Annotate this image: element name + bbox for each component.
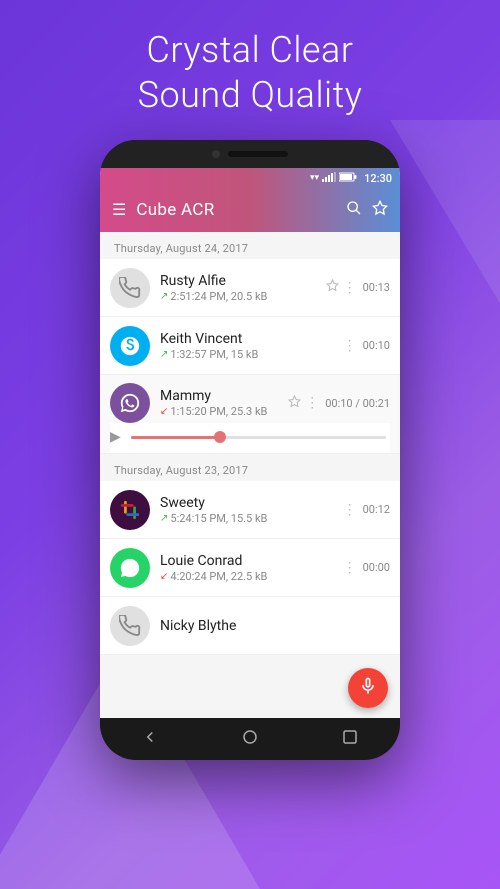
item-actions: ⋮ [343, 338, 357, 354]
section-header-1: Thursday, August 24, 2017 [100, 232, 400, 259]
item-content-sweety: Sweety ↗ 5:24:15 PM, 15.5 kB [160, 495, 343, 525]
item-name: Mammy [160, 388, 288, 404]
list-item[interactable]: Nicky Blythe [100, 597, 400, 655]
item-content-keith: Keith Vincent ↗ 1:32:57 PM, 15 kB [160, 331, 343, 361]
phone-frame: ▾▾ [100, 140, 400, 760]
item-content-rusty: Rusty Alfie ↗ 2:51:24 PM, 20.5 kB [160, 273, 326, 303]
progress-thumb[interactable] [214, 431, 226, 443]
list-item[interactable]: Keith Vincent ↗ 1:32:57 PM, 15 kB ⋮ 00:1… [100, 317, 400, 375]
audio-player: ▶ [110, 423, 390, 453]
item-duration: 00:10 [363, 339, 390, 352]
item-name: Nicky Blythe [160, 618, 390, 634]
item-actions: ⋮ [343, 502, 357, 518]
item-actions: ⋮ [343, 560, 357, 576]
search-button[interactable] [346, 200, 362, 220]
arrow-down-icon: ↙ [160, 571, 168, 582]
app-title: Cube ACR [136, 200, 336, 220]
item-content-louie: Louie Conrad ↙ 4:20:24 PM, 22.5 kB [160, 553, 343, 583]
back-button[interactable] [141, 728, 159, 750]
more-button[interactable]: ⋮ [343, 280, 357, 296]
item-duration: 00:13 [363, 281, 390, 294]
item-name: Keith Vincent [160, 331, 343, 347]
arrow-up-icon: ↗ [160, 291, 168, 302]
item-actions: ⋮ [326, 279, 357, 296]
speaker [228, 151, 288, 157]
headline-line2: Sound Quality [138, 74, 363, 116]
phone-top-bar [100, 140, 400, 168]
list-item[interactable]: Rusty Alfie ↗ 2:51:24 PM, 20.5 kB ⋮ 00:1… [100, 259, 400, 317]
avatar-keith-vincent [110, 326, 150, 366]
status-time: 12:30 [364, 172, 392, 185]
arrow-up-icon: ↗ [160, 513, 168, 524]
home-button[interactable] [241, 728, 259, 750]
signal-icon [322, 172, 336, 185]
battery-icon [339, 172, 357, 185]
recents-button[interactable] [341, 728, 359, 750]
front-camera [212, 150, 220, 158]
item-name: Rusty Alfie [160, 273, 326, 289]
item-meta: ↗ 2:51:24 PM, 20.5 kB [160, 290, 326, 303]
list-item[interactable]: Louie Conrad ↙ 4:20:24 PM, 22.5 kB ⋮ 00:… [100, 539, 400, 597]
app-bar: ☰ Cube ACR [100, 188, 400, 232]
content-list: Thursday, August 24, 2017 Rusty Alfie ↗ … [100, 232, 400, 655]
item-actions: ⋮ [288, 395, 319, 412]
status-icons: ▾▾ [310, 172, 392, 185]
screen: ▾▾ [100, 168, 400, 718]
avatar-nicky-blythe [110, 606, 150, 646]
avatar-rusty-alfie [110, 268, 150, 308]
microphone-icon [358, 676, 378, 701]
list-item[interactable]: Sweety ↗ 5:24:15 PM, 15.5 kB ⋮ 00:12 [100, 481, 400, 539]
item-meta: ↙ 1:15:20 PM, 25.3 kB [160, 405, 288, 418]
item-duration: 00:12 [363, 503, 390, 516]
headline: Crystal Clear Sound Quality [138, 28, 363, 118]
more-button[interactable]: ⋮ [343, 502, 357, 518]
arrow-up-icon: ↗ [160, 349, 168, 360]
item-duration: 00:10 / 00:21 [325, 397, 390, 410]
item-meta: ↙ 4:20:24 PM, 22.5 kB [160, 570, 343, 583]
list-item[interactable]: Mammy ↙ 1:15:20 PM, 25.3 kB ⋮ [100, 375, 400, 454]
hamburger-icon[interactable]: ☰ [112, 202, 126, 218]
item-meta: ↗ 5:24:15 PM, 15.5 kB [160, 512, 343, 525]
phone-nav-bar [100, 718, 400, 760]
item-duration: 00:00 [363, 561, 390, 574]
status-bar: ▾▾ [100, 168, 400, 188]
headline-line1: Crystal Clear [147, 29, 354, 71]
more-button[interactable]: ⋮ [343, 560, 357, 576]
avatar-sweety [110, 490, 150, 530]
more-button[interactable]: ⋮ [343, 338, 357, 354]
play-button[interactable]: ▶ [110, 429, 121, 445]
avatar-louie-conrad [110, 548, 150, 588]
item-name: Louie Conrad [160, 553, 343, 569]
item-content-mammy: Mammy ↙ 1:15:20 PM, 25.3 kB [160, 388, 288, 418]
star-button[interactable] [288, 395, 301, 412]
progress-fill [131, 436, 220, 439]
star-button[interactable] [326, 279, 339, 296]
arrow-down-icon: ↙ [160, 406, 168, 417]
avatar-mammy [110, 383, 150, 423]
wifi-icon: ▾▾ [310, 173, 319, 183]
fab-microphone[interactable] [348, 668, 388, 708]
progress-bar[interactable] [131, 436, 386, 439]
more-button[interactable]: ⋮ [305, 395, 319, 411]
item-meta: ↗ 1:32:57 PM, 15 kB [160, 348, 343, 361]
item-name: Sweety [160, 495, 343, 511]
section-header-2: Thursday, August 23, 2017 [100, 454, 400, 481]
star-filter-button[interactable] [372, 200, 388, 220]
item-content-nicky: Nicky Blythe [160, 618, 390, 634]
